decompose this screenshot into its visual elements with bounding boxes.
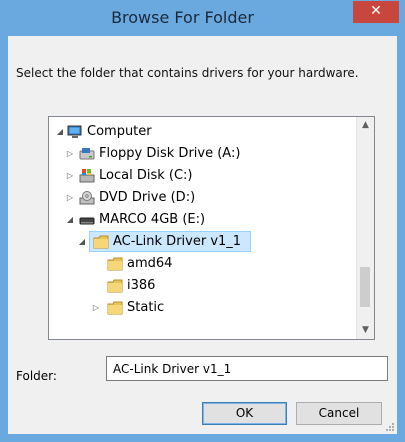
cancel-button[interactable]: Cancel (296, 402, 382, 425)
resize-grip-icon[interactable] (385, 422, 395, 432)
dialog-window: Browse For Folder ✕ Select the folder th… (0, 0, 405, 442)
computer-icon (67, 125, 82, 138)
collapsed-arrow-icon[interactable]: ▷ (65, 187, 75, 209)
tree-item-local-disk[interactable]: ▷ Local Disk (C:) (49, 165, 349, 187)
tree-item-label: AC-Link Driver v1_1 (113, 234, 242, 249)
close-icon: ✕ (370, 3, 382, 19)
tree-item-label: Floppy Disk Drive (A:) (99, 146, 241, 161)
instruction-text: Select the folder that contains drivers … (16, 66, 359, 80)
folder-icon (107, 301, 123, 315)
expanded-arrow-icon[interactable]: ◢ (77, 231, 87, 253)
floppy-drive-icon (79, 148, 95, 160)
scroll-up-icon[interactable]: ▲ (357, 117, 374, 134)
tree-item-label: Local Disk (C:) (99, 168, 193, 183)
tree-item-i386[interactable]: i386 (49, 275, 349, 297)
folder-field[interactable] (106, 356, 388, 381)
folder-label: Folder: (16, 369, 57, 383)
tree-item-floppy-drive[interactable]: ▷ Floppy Disk Drive (A:) (49, 143, 349, 165)
folder-icon (107, 279, 123, 293)
collapsed-arrow-icon[interactable]: ▷ (91, 297, 101, 319)
tree-item-label: Computer (87, 124, 152, 139)
ok-button[interactable]: OK (202, 402, 287, 425)
dialog-title: Browse For Folder (111, 8, 254, 27)
scroll-thumb[interactable] (360, 267, 370, 307)
folder-tree[interactable]: ◢ Computer ▷ Floppy Disk Drive (A:) ▷ Lo… (48, 116, 375, 340)
collapsed-arrow-icon[interactable]: ▷ (65, 143, 75, 165)
tree-item-label: amd64 (127, 256, 173, 271)
scroll-down-icon[interactable]: ▼ (357, 322, 374, 339)
local-disk-icon (79, 169, 95, 183)
tree-item-label: Static (127, 300, 165, 315)
tree-item-static[interactable]: ▷ Static (49, 297, 349, 319)
vertical-scrollbar[interactable]: ▲ ▼ (356, 117, 374, 339)
title-bar[interactable]: Browse For Folder ✕ (0, 0, 405, 36)
dvd-drive-icon (79, 191, 95, 205)
usb-drive-icon (79, 217, 95, 225)
tree-item-label: MARCO 4GB (E:) (99, 212, 206, 227)
collapsed-arrow-icon[interactable]: ▷ (65, 165, 75, 187)
close-button[interactable]: ✕ (353, 1, 399, 23)
expanded-arrow-icon[interactable]: ◢ (55, 121, 65, 143)
tree-item-computer[interactable]: ◢ Computer (49, 121, 349, 143)
tree-item-label: i386 (127, 278, 156, 293)
tree-item-ac-link-driver[interactable]: ◢ AC-Link Driver v1_1 (49, 231, 349, 253)
expanded-arrow-icon[interactable]: ◢ (65, 209, 75, 231)
folder-icon (107, 257, 123, 271)
tree-item-usb-drive[interactable]: ◢ MARCO 4GB (E:) (49, 209, 349, 231)
dialog-body: Select the folder that contains drivers … (8, 36, 397, 434)
tree-item-amd64[interactable]: amd64 (49, 253, 349, 275)
tree-item-dvd-drive[interactable]: ▷ DVD Drive (D:) (49, 187, 349, 209)
tree-item-label: DVD Drive (D:) (99, 190, 196, 205)
folder-icon (93, 235, 109, 249)
